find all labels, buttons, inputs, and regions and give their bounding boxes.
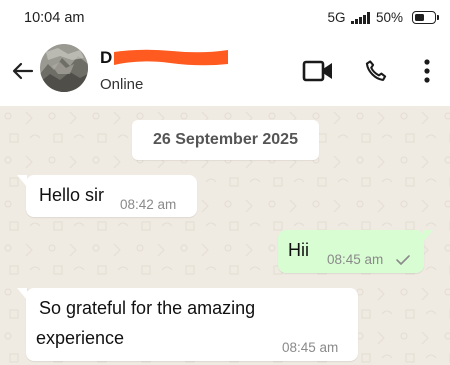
message-time: 08:45 am xyxy=(327,252,384,267)
bubble-tail xyxy=(17,288,27,300)
message-text-line-2: experience xyxy=(36,328,125,348)
voice-call-button[interactable] xyxy=(359,54,393,88)
single-check-icon xyxy=(396,255,410,265)
video-camera-icon xyxy=(302,60,332,82)
contact-name[interactable]: D xyxy=(100,48,112,68)
status-bar: 10:04 am 5G 50% xyxy=(0,0,450,36)
date-separator: 26 September 2025 xyxy=(132,120,319,160)
more-vertical-icon xyxy=(424,59,430,83)
network-type: 5G xyxy=(327,10,346,25)
battery-level xyxy=(414,13,424,21)
battery-percent: 50% xyxy=(375,10,403,25)
battery-icon xyxy=(412,11,439,24)
bubble-tail xyxy=(17,175,27,187)
more-options-button[interactable] xyxy=(410,54,444,88)
status-time: 10:04 am xyxy=(24,10,85,26)
outgoing-message[interactable]: Hii 08:45 am xyxy=(278,230,433,273)
chat-header: D Online xyxy=(0,36,450,106)
incoming-message[interactable]: So grateful for the amazing experience 0… xyxy=(17,288,358,361)
incoming-message[interactable]: Hello sir 08:42 am xyxy=(17,175,197,217)
message-time: 08:42 am xyxy=(120,197,177,212)
date-label: 26 September 2025 xyxy=(153,131,298,148)
message-text-line-1: So grateful for the amazing xyxy=(39,298,256,318)
contact-status: Online xyxy=(100,76,144,93)
bubble-tail xyxy=(423,230,433,242)
message-text: Hello sir xyxy=(39,185,105,205)
avatar[interactable] xyxy=(40,44,88,92)
video-call-button[interactable] xyxy=(301,54,335,88)
message-text: Hii xyxy=(288,240,309,260)
status-indicators: 5G 50% xyxy=(327,10,439,25)
phone-icon xyxy=(365,60,387,81)
name-redaction xyxy=(114,49,228,66)
back-arrow-icon[interactable] xyxy=(10,58,36,84)
message-time: 08:45 am xyxy=(282,340,339,355)
signal-icon xyxy=(351,11,370,24)
chat-area[interactable]: 26 September 2025 Hello sir 08:42 am Hii… xyxy=(0,106,450,365)
